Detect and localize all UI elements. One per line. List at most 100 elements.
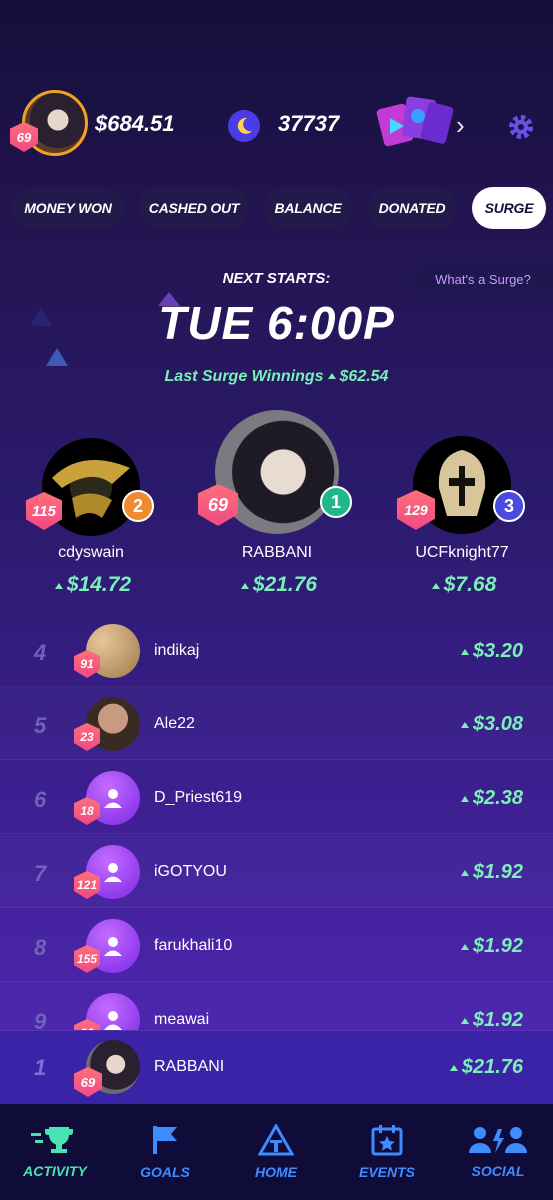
up-arrow-icon	[54, 583, 63, 589]
nav-label: SOCIAL	[471, 1163, 525, 1179]
row-rank: 5	[34, 713, 47, 738]
rank-medal: 2	[122, 490, 154, 522]
row-amount: $1.92	[457, 935, 523, 958]
row-name: D_Priest619	[154, 789, 243, 806]
my-rank-row[interactable]: 1 69 RABBANI $21.76	[0, 1031, 553, 1104]
row-amount: $3.08	[457, 713, 523, 736]
level-value: 91	[80, 657, 94, 671]
social-icon	[469, 1127, 527, 1153]
home-icon	[258, 1124, 294, 1156]
row-name: farukhali10	[154, 937, 233, 954]
gear-icon[interactable]	[506, 112, 536, 142]
level-value: 18	[80, 804, 94, 818]
level-value: 155	[76, 952, 98, 966]
row-rank: 4	[34, 640, 47, 665]
nav-label: GOALS	[140, 1164, 190, 1180]
podium-amount: $21.76	[197, 573, 357, 597]
row-rank: 6	[34, 787, 47, 812]
up-arrow-icon	[240, 583, 249, 589]
row-amount: $1.92	[457, 861, 523, 884]
tab-money-won[interactable]: MONEY WON	[12, 187, 124, 229]
rank-medal: 1	[320, 486, 352, 518]
tab-donated[interactable]: DONATED	[366, 187, 458, 229]
row-rank: 1	[34, 1055, 47, 1080]
row-rank: 8	[34, 935, 47, 960]
amount-value: $1.92	[472, 1009, 523, 1031]
podium-amount: $7.68	[382, 573, 542, 597]
podium-name: UCFknight77	[415, 544, 509, 561]
moon-coin-icon	[228, 110, 260, 142]
tab-surge[interactable]: SURGE	[472, 187, 546, 229]
nav-events[interactable]: EVENTS	[332, 1104, 442, 1200]
row-rank: 9	[34, 1009, 47, 1031]
level-value: 69	[207, 494, 229, 515]
card-packs-icon[interactable]	[374, 96, 454, 150]
decor-triangle	[46, 348, 68, 366]
amount-value: $1.92	[472, 861, 523, 883]
row-amount: $1.92	[457, 1009, 523, 1031]
amount-value: $1.92	[472, 935, 523, 957]
row-rank: 7	[34, 861, 47, 886]
nav-goals[interactable]: GOALS	[110, 1104, 220, 1200]
calendar-icon	[371, 1125, 403, 1156]
amount-value: $14.72	[66, 573, 132, 596]
chevron-right-icon[interactable]: ›	[456, 110, 465, 141]
nav-social[interactable]: SOCIAL	[443, 1104, 553, 1200]
rank-value: 3	[503, 495, 514, 516]
row-name: indikaj	[154, 642, 200, 659]
whats-a-surge-link[interactable]: What's a Surge?	[408, 264, 553, 294]
leaderboard-row[interactable]: 8 155 farukhali10 $1.92	[0, 909, 553, 982]
row-name: meawai	[154, 1011, 210, 1028]
last-surge-label: Last Surge Winnings	[164, 368, 324, 385]
amount-value: $2.38	[472, 787, 523, 809]
up-arrow-icon	[460, 649, 469, 655]
row-amount: $21.76	[446, 1056, 523, 1079]
level-value: 121	[76, 878, 98, 892]
leaderboard-row[interactable]: 7 121 iGOTYOU $1.92	[0, 835, 553, 908]
up-arrow-icon	[449, 1065, 458, 1071]
row-amount: $2.38	[457, 787, 523, 810]
nav-home[interactable]: HOME	[221, 1104, 331, 1200]
leaderboard-row[interactable]: 4 91 indikaj $3.20	[0, 614, 553, 687]
rank-value: 2	[132, 495, 143, 516]
podium-name: cdyswain	[58, 544, 124, 561]
nav-label: HOME	[255, 1164, 297, 1180]
rank-medal: 3	[493, 490, 525, 522]
flag-icon	[153, 1126, 177, 1154]
amount-value: $21.76	[252, 573, 318, 596]
tab-cashed-out[interactable]: CASHED OUT	[138, 187, 250, 229]
balance-amount[interactable]: $684.51	[95, 111, 175, 137]
next-start-time: TUE 6:00P	[158, 297, 395, 349]
up-arrow-icon	[460, 722, 469, 728]
bottom-nav: ACTIVITY GOALS HOME EVENTS SOCIAL	[0, 1104, 553, 1200]
up-arrow-icon	[460, 944, 469, 950]
amount-value: $3.08	[472, 713, 523, 735]
nav-activity[interactable]: ACTIVITY	[0, 1104, 110, 1200]
up-arrow-icon	[327, 373, 336, 379]
level-value: 69	[16, 129, 32, 145]
level-value: 129	[404, 502, 428, 518]
level-value: 23	[80, 730, 94, 744]
coin-count[interactable]: 37737	[278, 111, 339, 137]
row-name: Ale22	[154, 715, 195, 732]
nav-label: EVENTS	[358, 1164, 415, 1180]
level-value: 69	[80, 1074, 96, 1090]
leaderboard-row[interactable]: 5 23 Ale22 $3.08	[0, 687, 553, 760]
row-name: RABBANI	[154, 1058, 225, 1075]
rank-value: 1	[330, 491, 341, 512]
level-value: 115	[32, 502, 56, 520]
last-surge-winnings: Last Surge Winnings $62.54	[0, 368, 553, 386]
leaderboard-row[interactable]: 6 18 D_Priest619 $2.38	[0, 761, 553, 834]
amount-value: $21.76	[461, 1056, 523, 1078]
tab-balance[interactable]: BALANCE	[264, 187, 352, 229]
up-arrow-icon	[460, 1018, 469, 1024]
nav-label: ACTIVITY	[23, 1163, 87, 1179]
leaderboard-row[interactable]: 9 20 meawai $1.92	[0, 983, 553, 1031]
podium-amount: $14.72	[11, 573, 171, 597]
trophy-icon	[31, 1127, 74, 1153]
podium-name: RABBANI	[241, 544, 313, 561]
amount-value: $7.68	[443, 573, 497, 596]
last-surge-amount: $62.54	[339, 368, 389, 385]
up-arrow-icon	[431, 583, 440, 589]
up-arrow-icon	[460, 870, 469, 876]
